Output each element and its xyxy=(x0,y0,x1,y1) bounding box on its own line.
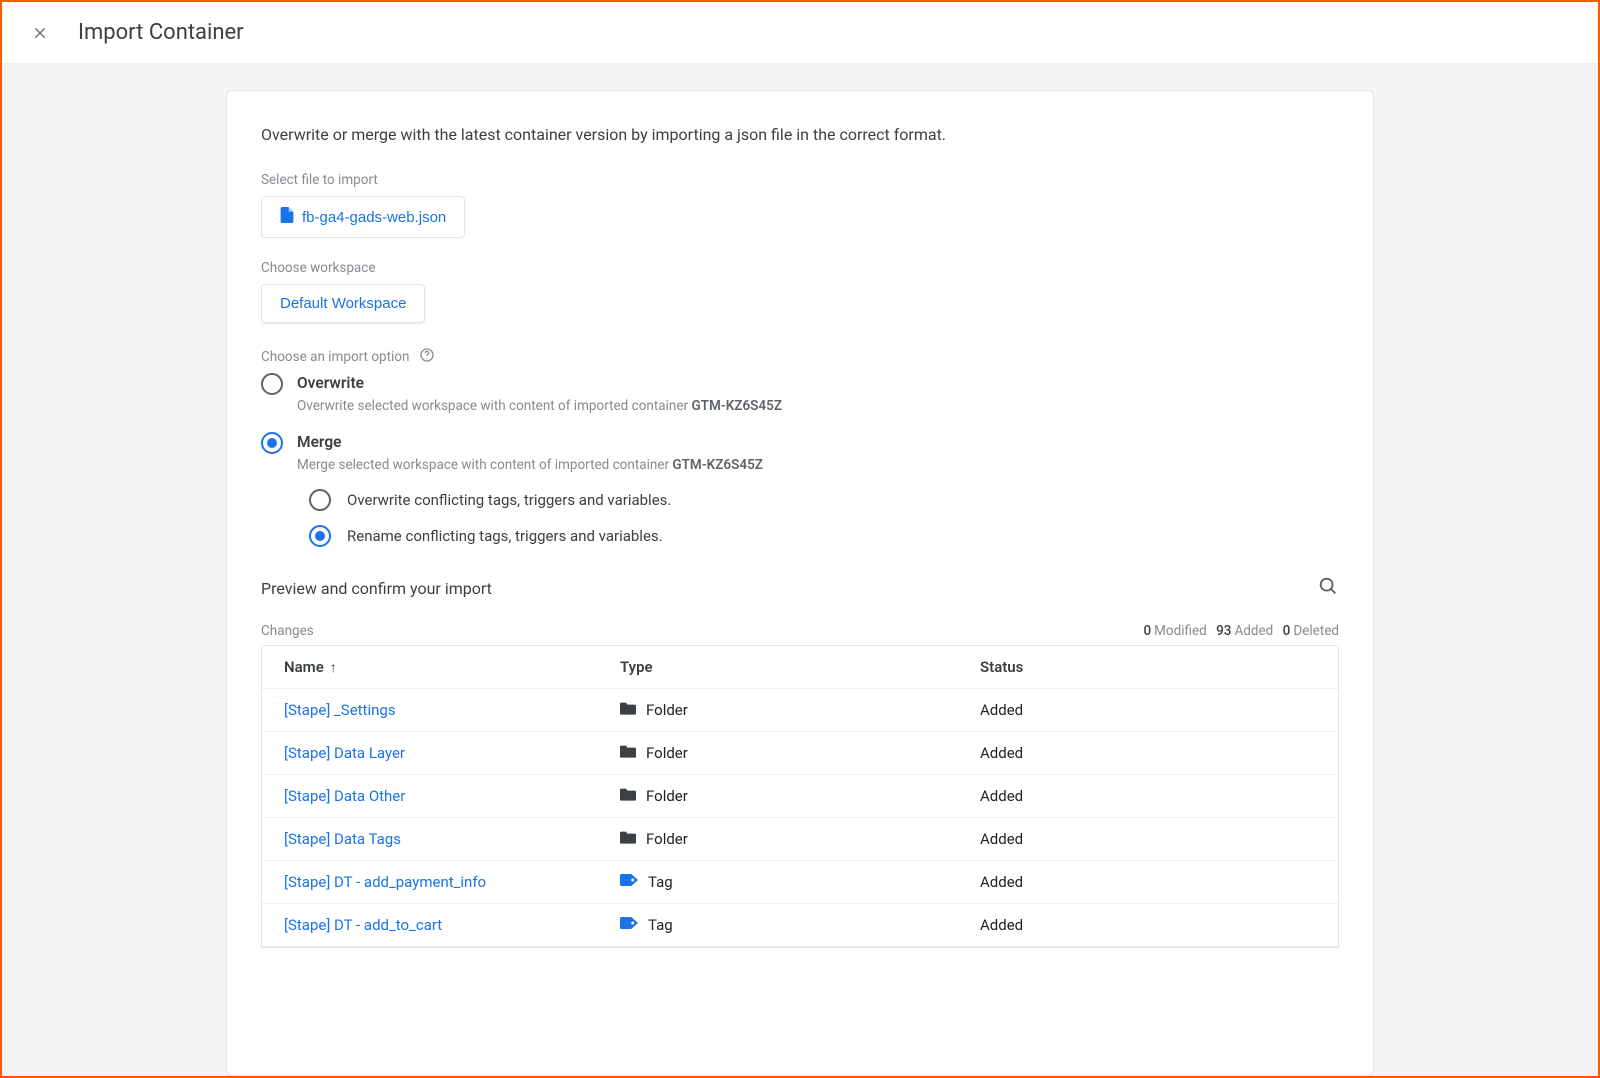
file-section-label: Select file to import xyxy=(261,172,1339,188)
row-type: Folder xyxy=(646,830,688,848)
import-description: Overwrite or merge with the latest conta… xyxy=(261,125,1339,144)
row-status: Added xyxy=(980,830,1316,848)
row-name-link[interactable]: [Stape] Data Tags xyxy=(284,830,401,848)
file-icon xyxy=(280,207,294,227)
merge-sub-rename-radio[interactable] xyxy=(309,525,331,547)
row-status: Added xyxy=(980,916,1316,934)
tag-icon xyxy=(620,916,638,934)
selected-file-name: fb-ga4-gads-web.json xyxy=(302,209,446,226)
import-option-label: Choose an import option xyxy=(261,345,1339,365)
merge-desc: Merge selected workspace with content of… xyxy=(297,457,763,473)
merge-radio[interactable] xyxy=(261,432,283,454)
workspace-section-label: Choose workspace xyxy=(261,260,1339,276)
merge-sub-rename-label: Rename conflicting tags, triggers and va… xyxy=(347,527,663,545)
row-status: Added xyxy=(980,787,1316,805)
row-name-link[interactable]: [Stape] Data Other xyxy=(284,787,405,805)
folder-icon xyxy=(620,701,636,719)
col-status[interactable]: Status xyxy=(980,658,1316,676)
table-row: [Stape] Data Layer Folder Added xyxy=(262,732,1338,775)
close-icon[interactable] xyxy=(30,23,50,43)
row-type: Tag xyxy=(648,873,673,891)
workspace-name: Default Workspace xyxy=(280,295,406,312)
row-type: Folder xyxy=(646,787,688,805)
row-status: Added xyxy=(980,744,1316,762)
row-status: Added xyxy=(980,701,1316,719)
merge-title: Merge xyxy=(297,433,763,451)
overwrite-desc: Overwrite selected workspace with conten… xyxy=(297,398,782,414)
merge-sub-overwrite-radio[interactable] xyxy=(309,489,331,511)
changes-stats: 0Modified 93Added 0Deleted xyxy=(1137,623,1339,639)
merge-sub-overwrite-label: Overwrite conflicting tags, triggers and… xyxy=(347,491,671,509)
sort-asc-icon: ↑ xyxy=(330,660,337,676)
changes-table: Name↑ Type Status [Stape] _Settings Folde… xyxy=(261,645,1339,948)
table-header: Name↑ Type Status xyxy=(262,646,1338,689)
row-type: Folder xyxy=(646,744,688,762)
folder-icon xyxy=(620,830,636,848)
table-row: [Stape] Data Other Folder Added xyxy=(262,775,1338,818)
overwrite-radio[interactable] xyxy=(261,373,283,395)
row-name-link[interactable]: [Stape] DT - add_to_cart xyxy=(284,916,442,934)
dialog-header: Import Container xyxy=(2,2,1598,64)
overwrite-title: Overwrite xyxy=(297,374,782,392)
col-type[interactable]: Type xyxy=(620,658,980,676)
page-background: Overwrite or merge with the latest conta… xyxy=(2,64,1598,1076)
page-title: Import Container xyxy=(78,20,244,45)
search-icon[interactable] xyxy=(1317,575,1339,601)
table-row: [Stape] DT - add_to_cart Tag Added xyxy=(262,904,1338,947)
row-name-link[interactable]: [Stape] _Settings xyxy=(284,701,396,719)
col-name[interactable]: Name↑ xyxy=(284,658,620,676)
row-status: Added xyxy=(980,873,1316,891)
preview-title: Preview and confirm your import xyxy=(261,579,492,598)
table-row: [Stape] _Settings Folder Added xyxy=(262,689,1338,732)
row-type: Folder xyxy=(646,701,688,719)
folder-icon xyxy=(620,787,636,805)
folder-icon xyxy=(620,744,636,762)
choose-workspace-button[interactable]: Default Workspace xyxy=(261,284,425,323)
select-file-button[interactable]: fb-ga4-gads-web.json xyxy=(261,196,465,238)
changes-label: Changes xyxy=(261,623,314,639)
row-name-link[interactable]: [Stape] Data Layer xyxy=(284,744,405,762)
import-card: Overwrite or merge with the latest conta… xyxy=(226,90,1374,1076)
row-type: Tag xyxy=(648,916,673,934)
row-name-link[interactable]: [Stape] DT - add_payment_info xyxy=(284,873,486,891)
tag-icon xyxy=(620,873,638,891)
table-row: [Stape] DT - add_payment_info Tag Added xyxy=(262,861,1338,904)
help-icon[interactable] xyxy=(419,347,435,363)
table-row: [Stape] Data Tags Folder Added xyxy=(262,818,1338,861)
